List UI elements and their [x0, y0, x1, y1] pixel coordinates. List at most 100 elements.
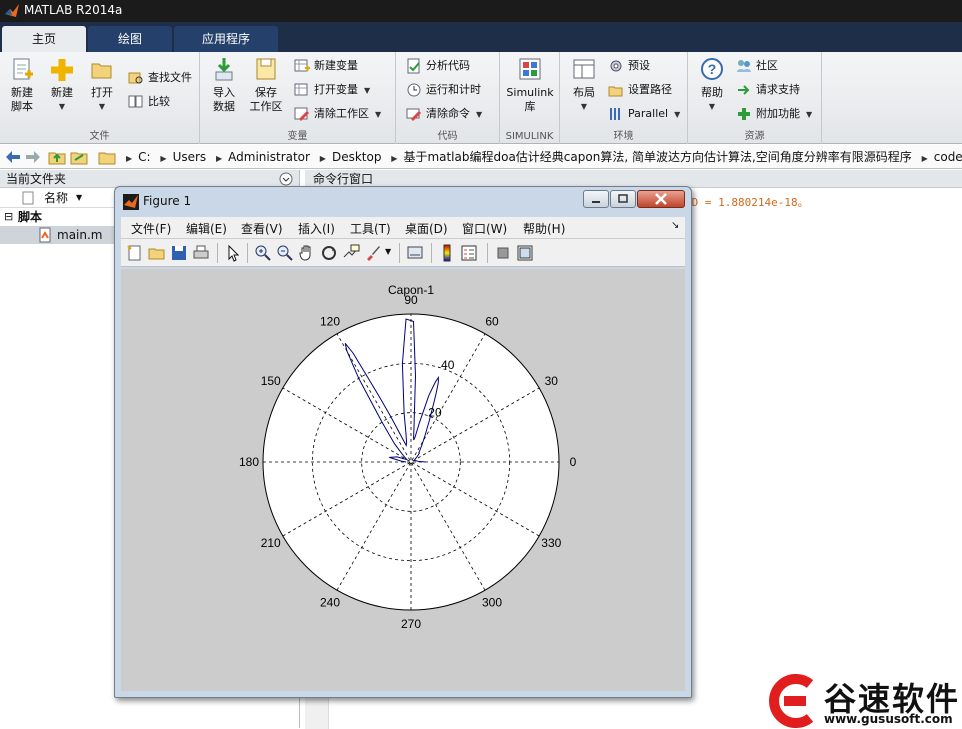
ribbon-group-resources: ? 帮助 ▼ 社区 请求支持 附加功能 ▼ 资源	[688, 52, 822, 144]
pointer-icon[interactable]	[223, 243, 243, 263]
import-data-label: 导入 数据	[213, 86, 235, 113]
help-button[interactable]: ? 帮助 ▼	[690, 56, 734, 114]
collapse-icon[interactable]: ⊟	[4, 208, 13, 226]
dock-arrow-icon[interactable]: ↘	[671, 220, 679, 231]
menu-window[interactable]: 窗口(W)	[462, 220, 507, 237]
community-button[interactable]: 社区	[736, 56, 778, 76]
angle-tick-label: 120	[320, 315, 340, 329]
link-plot-icon[interactable]	[405, 243, 425, 263]
analyze-code-button[interactable]: 分析代码	[406, 56, 470, 76]
tab-apps[interactable]: 应用程序	[174, 26, 278, 52]
breadcrumb-item[interactable]: Users	[173, 150, 207, 164]
figure-window[interactable]: Figure 1 文件(F) 编辑(E) 查看(V) 插入(I) 工具(T) 桌…	[114, 186, 692, 698]
open-variable-button[interactable]: 打开变量 ▼	[294, 80, 370, 100]
tab-home[interactable]: 主页	[2, 26, 86, 52]
close-button[interactable]	[637, 190, 685, 208]
rotate-icon[interactable]	[319, 243, 339, 263]
legend-icon[interactable]	[459, 243, 479, 263]
sort-chevron-icon[interactable]: ▼	[76, 188, 82, 208]
ribbon-tabstrip: 主页 绘图 应用程序	[0, 22, 962, 52]
compare-button[interactable]: 比较	[128, 92, 170, 112]
open-button[interactable]: 打开 ▼	[80, 56, 124, 114]
ribbon: 新建 脚本 新建 ▼ 打开 ▼ 查找文件 比较 文件 导入 数据 保存 工作区 …	[0, 52, 962, 144]
addons-button[interactable]: 附加功能 ▼	[736, 104, 812, 124]
panel-options-icon[interactable]	[279, 172, 293, 186]
clear-commands-button[interactable]: 清除命令 ▼	[406, 104, 482, 124]
figure-canvas[interactable]: Capon-1 20 40 0 30 60 90 120 150 180 210 240 270 300…	[121, 269, 685, 691]
compare-label: 比较	[148, 95, 170, 108]
pan-icon[interactable]	[297, 243, 317, 263]
open-folder-icon	[91, 63, 112, 79]
brush-icon[interactable]	[363, 243, 383, 263]
menu-file[interactable]: 文件(F)	[131, 220, 171, 237]
app-titlebar: MATLAB R2014a	[0, 0, 962, 22]
angle-tick-label: 30	[545, 374, 559, 388]
preferences-button[interactable]: 预设	[608, 56, 650, 76]
new-figure-icon[interactable]	[125, 243, 145, 263]
zoom-out-icon[interactable]	[275, 243, 295, 263]
import-data-button[interactable]: 导入 数据	[202, 56, 246, 114]
menu-insert[interactable]: 插入(I)	[298, 220, 335, 237]
menu-view[interactable]: 查看(V)	[241, 220, 283, 237]
request-support-button[interactable]: 请求支持	[736, 80, 800, 100]
polar-plot[interactable]: Capon-1 20400306090120150180210240270300…	[121, 269, 685, 691]
figure-titlebar[interactable]: Figure 1	[115, 187, 691, 215]
breadcrumb-item[interactable]: C:	[138, 150, 150, 164]
compare-icon	[128, 95, 143, 108]
clear-workspace-button[interactable]: 清除工作区 ▼	[294, 104, 381, 124]
run-and-time-button[interactable]: 运行和计时	[406, 80, 481, 100]
file-name: main.m	[57, 228, 103, 242]
help-label: 帮助	[701, 86, 723, 99]
new-script-button[interactable]: 新建 脚本	[0, 56, 44, 114]
up-folder-icon[interactable]	[48, 149, 66, 165]
browse-folder-icon[interactable]	[70, 149, 88, 165]
chevron-down-icon: ▼	[476, 110, 483, 119]
open-file-icon[interactable]	[147, 243, 167, 263]
angle-tick-label: 150	[261, 374, 281, 388]
menu-help[interactable]: 帮助(H)	[523, 220, 565, 237]
menu-edit[interactable]: 编辑(E)	[186, 220, 227, 237]
menu-tools[interactable]: 工具(T)	[350, 220, 391, 237]
ribbon-group-variable: 导入 数据 保存 工作区 新建变量 打开变量 ▼ 清除工作区 ▼ 变量	[200, 52, 396, 144]
group-label: 脚本	[18, 210, 43, 224]
tab-plots[interactable]: 绘图	[88, 26, 172, 52]
group-label-variable: 变量	[287, 131, 308, 142]
angle-tick-label: 300	[482, 595, 502, 609]
breadcrumb-item[interactable]: Desktop	[332, 150, 382, 164]
save-icon[interactable]	[169, 243, 189, 263]
menu-desktop[interactable]: 桌面(D)	[405, 220, 448, 237]
simulink-library-button[interactable]: Simulink 库	[504, 56, 556, 114]
minimize-button[interactable]	[583, 190, 609, 208]
column-name-header[interactable]: 名称	[44, 188, 68, 208]
new-button[interactable]: 新建 ▼	[40, 56, 84, 114]
back-arrow-icon[interactable]	[4, 149, 22, 165]
figure-toolbar: ▼	[121, 239, 685, 267]
breadcrumb-item[interactable]: code	[934, 150, 962, 164]
angle-tick-label: 210	[261, 536, 281, 550]
maximize-button[interactable]	[610, 190, 636, 208]
chevron-down-icon[interactable]: ▼	[385, 247, 391, 256]
import-data-icon	[215, 58, 233, 81]
hide-plot-tools-icon[interactable]	[493, 243, 513, 263]
addons-plus-icon	[738, 108, 750, 120]
parallel-button[interactable]: Parallel ▼	[608, 104, 680, 124]
breadcrumb-item[interactable]: 基于matlab编程doa估计经典capon算法, 简单波达方向估计算法,空间角…	[403, 150, 911, 164]
find-files-button[interactable]: 查找文件	[128, 68, 192, 88]
data-cursor-icon[interactable]	[341, 243, 361, 263]
show-plot-tools-icon[interactable]	[515, 243, 535, 263]
angle-tick-label: 180	[239, 455, 259, 469]
angle-tick-label: 330	[541, 536, 561, 550]
angle-tick-label: 90	[404, 293, 418, 307]
save-workspace-button[interactable]: 保存 工作区	[244, 56, 288, 114]
forward-arrow-icon[interactable]	[24, 149, 42, 165]
clear-workspace-icon	[294, 107, 310, 122]
set-path-button[interactable]: 设置路径	[608, 80, 672, 100]
zoom-in-icon[interactable]	[253, 243, 273, 263]
print-icon[interactable]	[191, 243, 211, 263]
layout-button[interactable]: 布局 ▼	[562, 56, 606, 114]
colorbar-icon[interactable]	[437, 243, 457, 263]
chevron-down-icon: ▼	[375, 110, 382, 119]
breadcrumb-item[interactable]: Administrator	[228, 150, 310, 164]
angle-tick-label: 0	[570, 455, 577, 469]
new-variable-button[interactable]: 新建变量	[294, 56, 358, 76]
